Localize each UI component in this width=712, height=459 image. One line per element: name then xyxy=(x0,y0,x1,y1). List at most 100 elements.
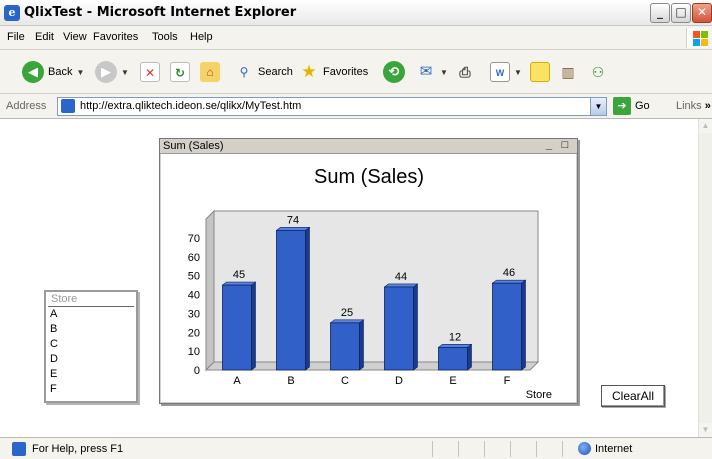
bar xyxy=(276,229,306,371)
data-label: 45 xyxy=(233,269,245,281)
chart-minimize-button[interactable]: _ xyxy=(544,139,554,153)
vertical-scrollbar[interactable]: ▲ ▼ xyxy=(698,119,712,437)
y-tick-label: 0 xyxy=(194,365,200,377)
address-dropdown-button[interactable]: ▼ xyxy=(590,98,606,115)
messenger-button[interactable]: ⚇ xyxy=(588,60,608,84)
status-divider xyxy=(562,441,563,457)
books-icon: ▥ xyxy=(561,64,575,80)
bar-side xyxy=(359,319,364,371)
notes-button[interactable] xyxy=(530,60,550,84)
research-button[interactable]: ▥ xyxy=(558,60,578,84)
chart-object[interactable]: Sum (Sales) _ □ Sum (Sales) 0 10 20 30 40 50 6… xyxy=(159,138,578,404)
minimize-button[interactable]: _ xyxy=(650,3,670,23)
close-button[interactable]: ✕ xyxy=(692,3,712,23)
window-title: QlixTest - Microsoft Internet Explorer xyxy=(24,5,297,20)
listbox-item-f[interactable]: F xyxy=(46,382,136,397)
listbox-item-d[interactable]: D xyxy=(46,352,136,367)
status-divider xyxy=(432,441,433,457)
windows-flag-icon xyxy=(686,28,708,48)
listbox-item-e[interactable]: E xyxy=(46,367,136,382)
x-tick-label: C xyxy=(341,375,349,387)
search-icon: ⚲ xyxy=(239,65,249,79)
go-arrow-icon: ➔ xyxy=(613,97,631,115)
favorites-button[interactable]: ★ Favorites xyxy=(299,60,368,84)
print-button[interactable]: ⎙ xyxy=(455,60,475,84)
listbox-item-a[interactable]: A xyxy=(46,307,136,322)
chart-title: Sum (Sales) xyxy=(314,166,424,188)
history-button[interactable]: ⟲ xyxy=(383,60,405,84)
home-button[interactable]: ⌂ xyxy=(200,60,220,84)
address-input[interactable]: http://extra.qliktech.ideon.se/qlikx/MyT… xyxy=(57,97,607,116)
go-label: Go xyxy=(635,100,650,112)
menu-favorites[interactable]: Favorites xyxy=(93,31,138,43)
status-bar: For Help, press F1 Internet xyxy=(0,437,712,459)
chevron-down-icon: ▼ xyxy=(440,67,448,77)
edit-button[interactable]: W ▼ xyxy=(490,60,522,84)
x-axis-label: Store xyxy=(526,389,552,401)
y-tick-label: 40 xyxy=(188,290,200,302)
bar xyxy=(384,286,414,371)
stop-button[interactable]: ✕ xyxy=(140,60,160,84)
data-label: 44 xyxy=(395,271,407,283)
bar xyxy=(492,282,522,371)
address-url: http://extra.qliktech.ideon.se/qlikx/MyT… xyxy=(80,100,302,112)
go-button[interactable]: ➔ Go xyxy=(613,97,650,115)
bar-side xyxy=(413,283,418,371)
chart-caption: Sum (Sales) xyxy=(163,140,224,152)
bar xyxy=(222,284,252,371)
mail-icon: ✉ xyxy=(419,63,433,80)
back-arrow-icon: ◀ xyxy=(22,61,44,83)
page-status-icon xyxy=(12,442,26,456)
status-divider xyxy=(536,441,537,457)
menu-help[interactable]: Help xyxy=(190,31,213,43)
y-tick-label: 20 xyxy=(188,327,200,339)
x-tick-label: D xyxy=(395,375,403,387)
mail-button[interactable]: ✉ ▼ xyxy=(416,60,448,84)
status-divider xyxy=(510,441,511,457)
listbox-item-c[interactable]: C xyxy=(46,337,136,352)
globe-icon xyxy=(578,442,591,455)
data-label: 12 xyxy=(449,331,461,343)
bar-chart: Sum (Sales) 0 10 20 30 40 50 60 70 45 A 74 B 25 C 44 D… xyxy=(188,166,552,401)
links-button[interactable]: Links » xyxy=(676,100,711,112)
y-tick-label: 10 xyxy=(188,346,200,358)
search-button[interactable]: ⚲ Search xyxy=(234,60,293,84)
bar-top xyxy=(275,227,311,231)
address-label: Address xyxy=(6,100,47,112)
y-tick-label: 60 xyxy=(188,252,200,264)
search-label: Search xyxy=(258,66,293,78)
listbox-header: Store xyxy=(48,292,134,307)
bar-side xyxy=(305,226,310,371)
store-listbox[interactable]: Store A B C D E F xyxy=(44,290,138,403)
status-divider xyxy=(484,441,485,457)
x-tick-label: A xyxy=(233,375,241,387)
bar-top xyxy=(383,283,419,288)
data-label: 25 xyxy=(341,307,353,319)
maximize-button[interactable]: □ xyxy=(671,3,691,23)
back-label: Back xyxy=(48,66,73,78)
links-chevron-icon: » xyxy=(704,100,711,112)
menu-edit[interactable]: Edit xyxy=(35,31,54,43)
refresh-icon: ↻ xyxy=(170,62,190,82)
bar-side xyxy=(251,281,256,371)
menu-view[interactable]: View xyxy=(63,31,87,43)
chart-side-wall xyxy=(205,209,215,372)
menu-tools[interactable]: Tools xyxy=(152,31,178,43)
forward-button[interactable]: ▶ ▼ xyxy=(95,60,129,84)
chart-maximize-button[interactable]: □ xyxy=(560,139,570,153)
messenger-icon: ⚇ xyxy=(591,64,605,80)
bar-top xyxy=(437,344,473,348)
menu-file[interactable]: File xyxy=(7,31,25,43)
refresh-button[interactable]: ↻ xyxy=(170,60,190,84)
back-button[interactable]: ◀ Back ▼ xyxy=(22,60,84,84)
y-tick-label: 30 xyxy=(188,308,200,320)
status-text: For Help, press F1 xyxy=(32,443,124,455)
scroll-down-icon[interactable]: ▼ xyxy=(699,423,712,437)
bar-side xyxy=(521,279,526,371)
bar-top xyxy=(221,281,257,286)
security-zone: Internet xyxy=(578,442,632,455)
clear-all-button[interactable]: ClearAll xyxy=(601,385,665,407)
scroll-up-icon[interactable]: ▲ xyxy=(699,119,712,133)
listbox-item-b[interactable]: B xyxy=(46,322,136,337)
chevron-down-icon: ▼ xyxy=(514,67,522,77)
